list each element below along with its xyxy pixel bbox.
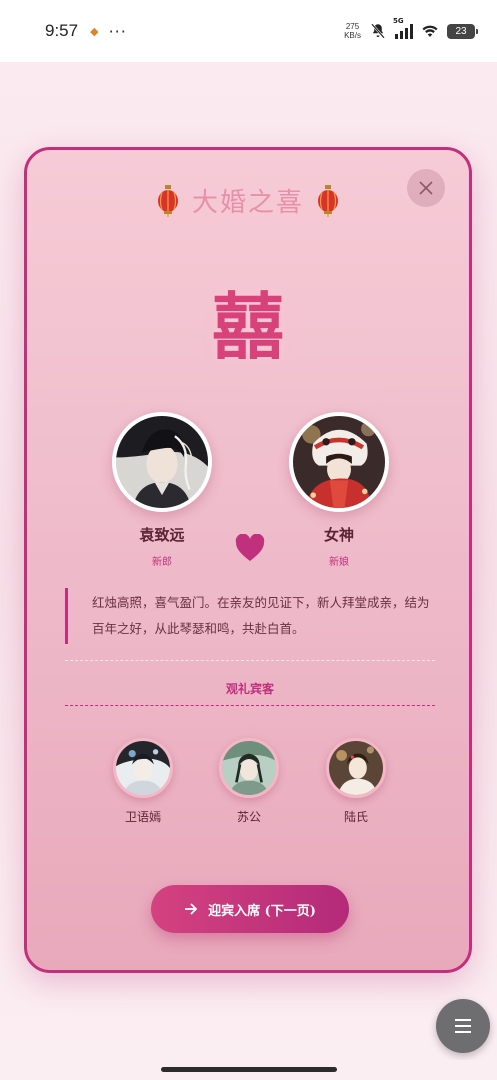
guest-name: 陆氏: [343, 810, 368, 824]
next-page-button[interactable]: 迎宾入席 (下一页): [151, 885, 349, 933]
status-icons: 275 KB/s 5G 23: [344, 17, 478, 40]
floating-menu-button[interactable]: [436, 999, 490, 1053]
guest-avatar: [219, 738, 279, 798]
bell-off-icon: [371, 23, 385, 39]
arrow-right-icon: [185, 903, 198, 915]
double-happiness-character: 囍: [211, 284, 284, 369]
guest-item[interactable]: 卫语嫣: [103, 738, 183, 825]
network-speed-unit: KB/s: [344, 31, 361, 40]
wifi-icon: [422, 25, 438, 37]
guest-name: 卫语嫣: [124, 810, 161, 824]
network-speed-value: 275: [345, 22, 360, 31]
groom-name: 袁致远: [139, 526, 185, 544]
bride-portrait: [293, 416, 385, 508]
groom-profile: 袁致远 新郎: [112, 412, 212, 568]
guests-heading: 观礼宾客: [65, 680, 435, 706]
battery-icon: 23: [447, 23, 478, 39]
network-speed: 275 KB/s: [344, 22, 361, 40]
blessing-text: 红烛高照，喜气盈门。在亲友的见证下，新人拜堂成亲，结为百年之好，从此琴瑟和鸣，共…: [65, 588, 435, 644]
app-notification-icon: ◆: [90, 24, 99, 38]
next-page-label: 迎宾入席 (下一页): [208, 903, 316, 919]
bride-name: 女神: [323, 526, 354, 544]
signal-icon: 5G: [393, 17, 413, 39]
lantern-icon: [157, 184, 178, 217]
guest-item[interactable]: 陆氏: [316, 738, 396, 825]
lantern-icon: [318, 184, 338, 217]
bride-profile: 女神 新娘: [289, 412, 389, 568]
groom-avatar[interactable]: [112, 412, 212, 512]
modal-title-row: 大婚之喜: [27, 182, 469, 219]
guest-name: 苏公: [236, 810, 261, 824]
modal-title: 大婚之喜: [191, 188, 304, 218]
guest-item[interactable]: 苏公: [209, 738, 289, 825]
bride-avatar[interactable]: [289, 412, 389, 512]
groom-portrait: [116, 416, 208, 508]
guest-avatar: [326, 738, 386, 798]
network-type: 5G: [393, 17, 404, 25]
guest-avatar: [113, 738, 173, 798]
wedding-modal: 大婚之喜 囍 袁致远 新郎 女神 新娘 红烛高照，喜气盈门。在亲友的见证下，新人…: [24, 147, 472, 973]
status-bar: 9:57 ◆ ··· 275 KB/s 5G 23: [0, 0, 497, 62]
status-time: 9:57: [45, 21, 79, 40]
home-indicator[interactable]: [161, 1067, 337, 1072]
section-divider: [65, 660, 435, 661]
menu-icon: [455, 1019, 471, 1033]
groom-role: 新郎: [152, 557, 172, 568]
bride-role: 新娘: [329, 557, 349, 568]
heart-icon: [235, 534, 265, 561]
more-notifications-icon: ···: [108, 21, 127, 41]
